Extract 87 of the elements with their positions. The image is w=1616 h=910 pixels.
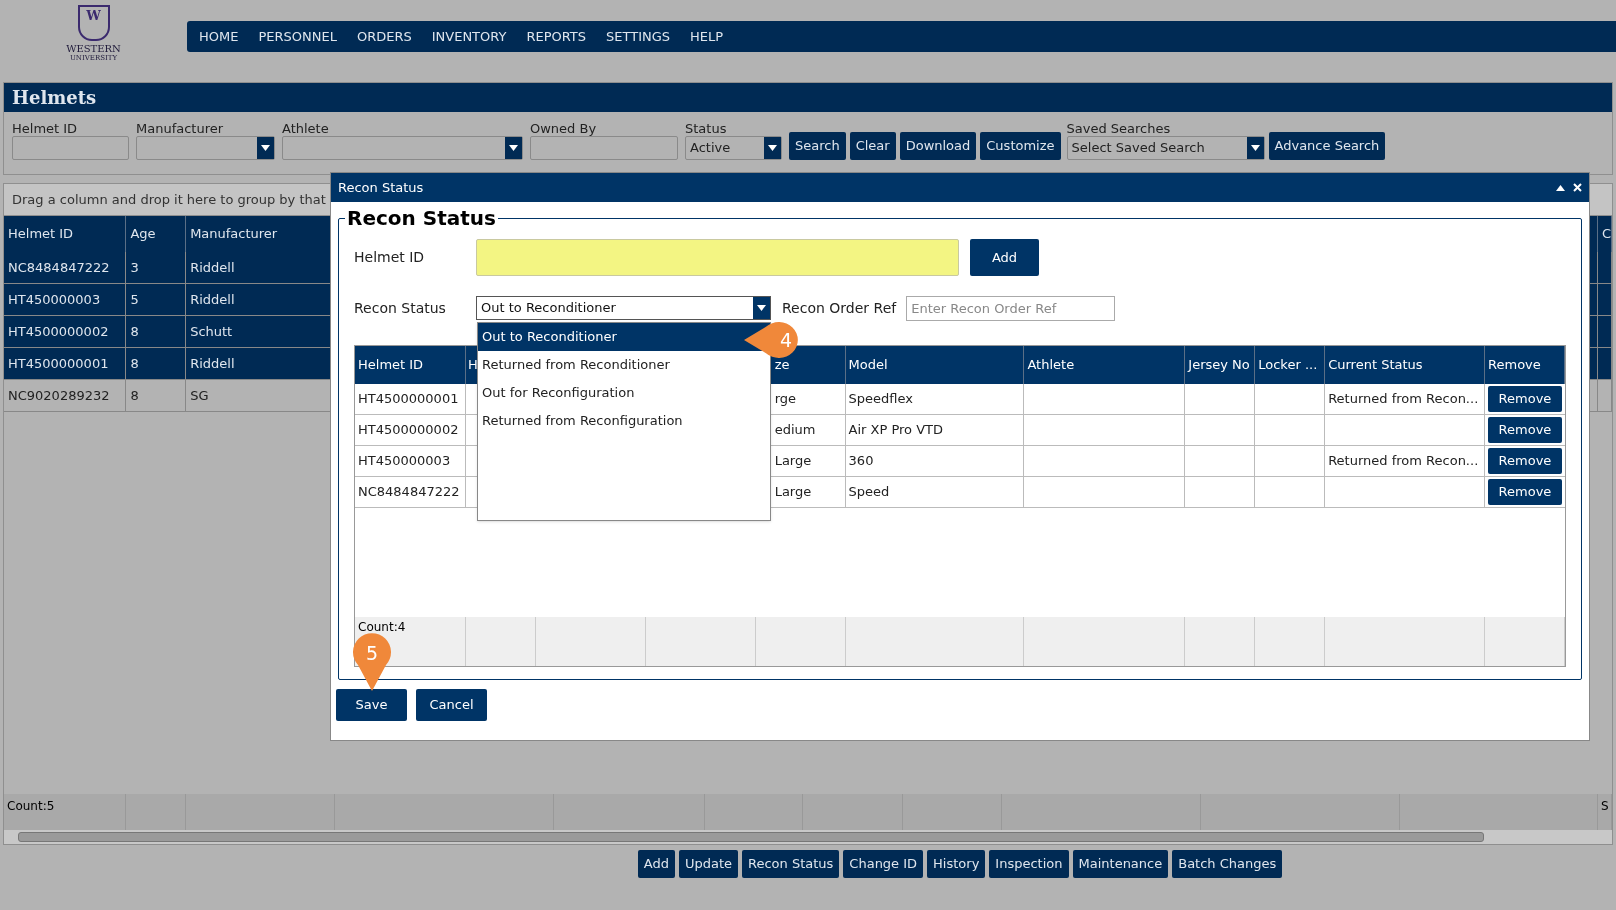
table-cell: 3 xyxy=(126,252,187,283)
action-button[interactable]: Change ID xyxy=(843,850,924,878)
nav-link[interactable]: HOME xyxy=(199,26,239,47)
filter-select[interactable] xyxy=(136,136,275,160)
remove-button[interactable]: Remove xyxy=(1488,417,1562,443)
table-cell: Speedflex xyxy=(845,384,1025,414)
remove-button[interactable]: Remove xyxy=(1488,448,1562,474)
table-cell: HT450000003 xyxy=(4,284,127,315)
add-button[interactable]: Add xyxy=(970,239,1039,276)
filter-select[interactable]: Active xyxy=(685,136,782,160)
filter-label: Athlete xyxy=(282,121,330,136)
table-cell: Speed xyxy=(845,477,1025,507)
action-button[interactable]: Maintenance xyxy=(1072,850,1169,878)
action-button[interactable]: Batch Changes xyxy=(1172,850,1283,878)
filter-button[interactable]: Download xyxy=(899,132,977,160)
table-cell: HT450000003 xyxy=(355,446,466,476)
table-cell: NC8484847222 xyxy=(4,252,127,283)
step-callout: 5 xyxy=(352,632,392,691)
dropdown-option[interactable]: Returned from Reconditioner xyxy=(478,351,770,379)
table-cell: 8 xyxy=(126,380,187,411)
table-cell: NC8484847222 xyxy=(355,477,466,507)
table-cell: 360 xyxy=(845,446,1025,476)
column-header[interactable]: Current Status xyxy=(1325,346,1486,384)
table-cell: Air XP Pro VTD xyxy=(845,415,1025,445)
column-header[interactable]: Jersey No xyxy=(1185,346,1256,384)
column-header[interactable]: Athlete xyxy=(1024,346,1186,384)
dropdown-option[interactable]: Returned from Reconfiguration xyxy=(478,407,770,435)
cancel-button[interactable]: Cancel xyxy=(416,689,487,721)
action-button[interactable]: Update xyxy=(678,850,738,878)
column-header[interactable]: Model xyxy=(845,346,1025,384)
filter-label: Helmet ID xyxy=(12,121,79,136)
caret-icon xyxy=(1250,145,1260,151)
action-button[interactable]: Recon Status xyxy=(742,850,840,878)
nav-link[interactable]: REPORTS xyxy=(526,26,587,47)
nav-link[interactable]: PERSONNEL xyxy=(258,26,337,47)
helmet-id-input[interactable] xyxy=(476,239,959,276)
nav-link[interactable]: INVENTORY xyxy=(431,26,507,47)
caret-icon xyxy=(757,305,766,311)
column-header[interactable]: Helmet ID xyxy=(355,346,466,384)
field-label: Recon Order Ref xyxy=(782,298,897,318)
column-header[interactable]: Locker ... xyxy=(1255,346,1326,384)
nav-link[interactable]: SETTINGS xyxy=(606,26,671,47)
shield-icon: W xyxy=(77,5,110,41)
filter-label: Saved Searches xyxy=(1066,121,1172,136)
filter-button[interactable]: Customize xyxy=(980,132,1061,160)
saved-search-select[interactable]: Select Saved Search xyxy=(1066,136,1265,160)
remove-button[interactable]: Remove xyxy=(1488,386,1562,412)
filter-select[interactable] xyxy=(282,136,523,160)
filter-button[interactable]: Search xyxy=(789,132,846,160)
table-cell: HT4500000001 xyxy=(355,384,466,414)
table-cell: HT4500000002 xyxy=(355,415,466,445)
table-cell: HT4500000002 xyxy=(4,316,127,347)
advance-search-button[interactable]: Advance Search xyxy=(1268,132,1386,160)
caret-icon xyxy=(768,145,777,151)
recon-order-input[interactable]: Enter Recon Order Ref xyxy=(906,295,1116,321)
caret-icon xyxy=(509,145,518,151)
table-cell: 8 xyxy=(126,316,187,347)
remove-button[interactable]: Remove xyxy=(1488,479,1562,505)
action-button[interactable]: Inspection xyxy=(989,850,1069,878)
dropdown-option[interactable]: Out to Reconditioner xyxy=(478,323,770,351)
action-button[interactable]: Add xyxy=(637,850,675,878)
table-cell: HT4500000001 xyxy=(4,348,127,379)
filter-input[interactable] xyxy=(530,136,678,160)
column-header[interactable]: Remove xyxy=(1485,346,1565,384)
field-label: Helmet ID xyxy=(354,248,426,267)
table-cell: 8 xyxy=(126,348,187,379)
close-icon[interactable] xyxy=(1573,183,1582,192)
collapse-icon[interactable] xyxy=(1556,184,1565,191)
table-cell: 5 xyxy=(126,284,187,315)
horizontal-scrollbar[interactable] xyxy=(4,830,1612,844)
nav-link[interactable]: HELP xyxy=(690,26,724,47)
filter-button[interactable]: Clear xyxy=(849,132,896,160)
action-button[interactable]: History xyxy=(927,850,986,878)
filter-label: Status xyxy=(685,121,728,136)
nav-link[interactable]: ORDERS xyxy=(356,26,412,47)
dropdown-option[interactable]: Out for Reconfiguration xyxy=(478,379,770,407)
filter-input[interactable] xyxy=(12,136,129,160)
save-button[interactable]: Save xyxy=(336,689,407,721)
table-cell: Returned from Recon... xyxy=(1325,384,1486,414)
caret-icon xyxy=(261,145,270,151)
filter-label: Manufacturer xyxy=(136,121,225,136)
field-label: Recon Status xyxy=(354,298,447,318)
recon-status-select[interactable]: Out to Reconditioner xyxy=(476,296,771,320)
filter-label: Owned By xyxy=(530,121,598,136)
panel-title: Helmets xyxy=(4,83,1612,112)
table-cell: NC9020289232 xyxy=(4,380,127,411)
table-cell: Returned from Recon... xyxy=(1325,446,1486,476)
